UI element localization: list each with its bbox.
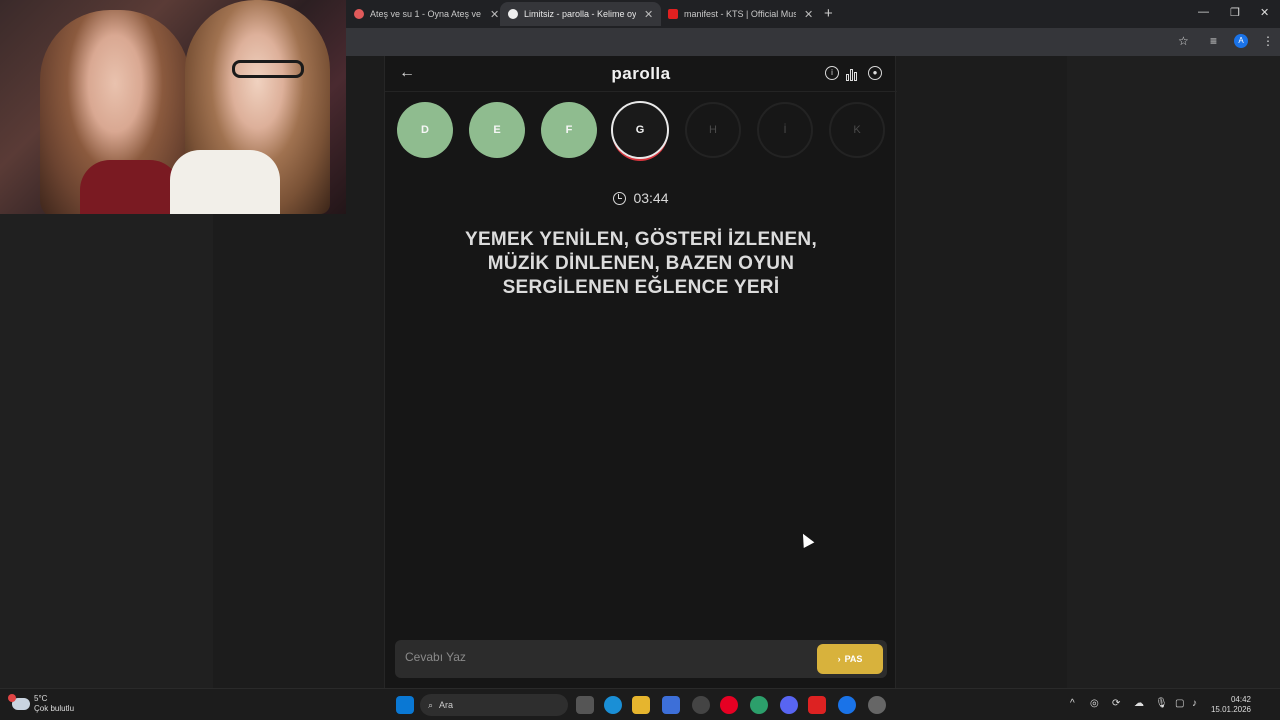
steam-icon[interactable]: [692, 696, 710, 714]
wifi-icon[interactable]: ▢: [1175, 698, 1184, 709]
pass-button[interactable]: › PAS: [817, 644, 883, 674]
discord-icon[interactable]: [780, 696, 798, 714]
chrome-icon[interactable]: [838, 696, 856, 714]
notification-badge: [8, 694, 16, 702]
edge-icon[interactable]: [604, 696, 622, 714]
chevron-up-icon[interactable]: ^: [1070, 698, 1075, 709]
clock-time: 04:42: [1230, 695, 1251, 704]
bookmark-star-icon[interactable]: ☆: [1178, 34, 1189, 48]
game-panel: ← parolla i ● D E F G H İ K 03:44 YEMEK …: [384, 56, 897, 688]
answer-bar: › PAS: [395, 640, 887, 678]
browser-tab-active[interactable]: Limitsiz - parolla - Kelime oyun ✕: [500, 2, 662, 26]
game-header: ← parolla i ●: [385, 56, 897, 92]
profile-avatar[interactable]: A: [1234, 34, 1248, 48]
system-clock[interactable]: 04:42 15.01.2026: [1207, 695, 1251, 715]
browser-icon[interactable]: [750, 696, 768, 714]
app-icon[interactable]: [808, 696, 826, 714]
search-label: Ara: [439, 700, 454, 710]
media-control-icon[interactable]: ≡: [1210, 34, 1217, 48]
onedrive-icon[interactable]: ☁: [1134, 698, 1144, 709]
profile-icon[interactable]: ●: [868, 66, 882, 80]
answer-input[interactable]: [405, 650, 785, 664]
tab-favicon-icon: [668, 9, 678, 19]
chevron-right-icon: ›: [837, 654, 841, 664]
tab-favicon-icon: [354, 9, 364, 19]
maximize-icon[interactable]: ❐: [1230, 6, 1240, 19]
file-explorer-icon[interactable]: [632, 696, 650, 714]
game-title: parolla: [611, 64, 671, 83]
cloud-icon: [8, 694, 30, 710]
letter-circle: D: [397, 102, 453, 158]
browser-tabstrip: Ateş ve su 1 - Oyna Ateş ve su ✕ Limitsi…: [346, 0, 1280, 28]
pass-label: PAS: [844, 654, 863, 664]
letter-progress: D E F G H İ K: [397, 101, 887, 162]
browser-tab[interactable]: Ateş ve su 1 - Oyna Ateş ve su ✕: [346, 2, 507, 26]
letter-circle: K: [829, 102, 885, 158]
webcam-glasses: [232, 60, 304, 78]
letter-circle: F: [541, 102, 597, 158]
stats-icon[interactable]: [846, 67, 860, 81]
tab-favicon-icon: [508, 9, 518, 19]
minimize-icon[interactable]: —: [1198, 6, 1209, 18]
address-bar[interactable]: ☆ ≡ A ⋮: [346, 28, 1280, 56]
windows-start-icon[interactable]: [396, 696, 414, 714]
store-icon[interactable]: [662, 696, 680, 714]
close-icon[interactable]: ✕: [644, 8, 653, 21]
weather-desc: Çok bulutlu: [34, 704, 75, 713]
pinterest-icon[interactable]: [720, 696, 738, 714]
info-icon[interactable]: i: [825, 66, 839, 80]
weather-temp: 5°C: [34, 694, 48, 703]
webcam-clothing: [80, 160, 180, 214]
menu-kebab-icon[interactable]: ⋮: [1262, 34, 1274, 48]
right-background: [1067, 56, 1280, 688]
search-icon: ⌕: [428, 699, 434, 710]
settings-gear-icon[interactable]: [868, 696, 886, 714]
webcam-overlay: [0, 0, 346, 214]
microphone-icon[interactable]: 🎙: [1155, 698, 1168, 709]
close-icon[interactable]: ✕: [804, 8, 813, 21]
clock-icon: [613, 191, 627, 205]
letter-circle: H: [685, 102, 741, 158]
tray-app-icon[interactable]: ◎: [1090, 698, 1099, 709]
weather-widget[interactable]: 5°C Çok bulutlu: [8, 694, 75, 714]
tab-title: manifest - KTS | Official Music V: [684, 9, 796, 19]
clock-date: 15.01.2026: [1210, 705, 1251, 714]
letter-circle: E: [469, 102, 525, 158]
webcam-shirt: [170, 150, 280, 214]
timer-value: 03:44: [633, 190, 669, 206]
letter-circle-current: G: [611, 101, 669, 159]
volume-icon[interactable]: ♪: [1192, 698, 1197, 709]
taskbar-search[interactable]: ⌕ Ara: [420, 694, 568, 716]
question-text: YEMEK YENİLEN, GÖSTERİ İZLENEN, MÜZİK Dİ…: [464, 229, 818, 298]
countdown-timer: 03:44: [385, 190, 897, 206]
close-icon[interactable]: ✕: [490, 8, 499, 21]
tab-title: Limitsiz - parolla - Kelime oyun: [524, 9, 636, 19]
window-close-icon[interactable]: ✕: [1260, 6, 1269, 19]
tab-title: Ateş ve su 1 - Oyna Ateş ve su: [370, 9, 482, 19]
left-background: [0, 214, 213, 688]
browser-tab[interactable]: manifest - KTS | Official Music V ✕: [660, 2, 821, 26]
tray-sync-icon[interactable]: ⟳: [1112, 698, 1120, 709]
letter-circle: İ: [757, 102, 813, 158]
new-tab-button[interactable]: +: [824, 5, 833, 22]
windows-taskbar: 5°C Çok bulutlu ⌕ Ara ^ ◎ ⟳ ☁ 🎙 ▢ ♪ 04:4…: [0, 688, 1280, 720]
task-view-icon[interactable]: [576, 696, 594, 714]
